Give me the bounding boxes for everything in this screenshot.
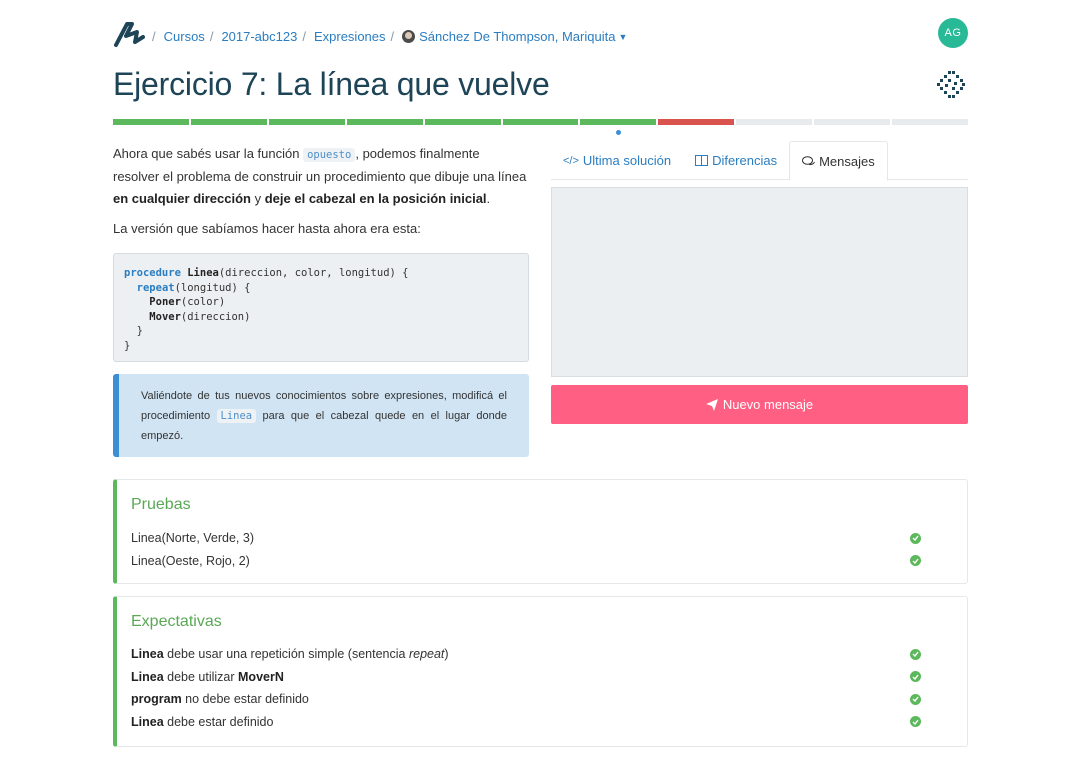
gobstones-icon: [937, 71, 965, 98]
expectation-label: Linea debe usar una repetición simple (s…: [131, 647, 449, 662]
progress-segment-passed[interactable]: [346, 119, 423, 125]
progress-segment-pending[interactable]: [814, 119, 891, 125]
messages-area[interactable]: [551, 187, 968, 377]
test-row: Linea(Oeste, Rojo, 2): [131, 550, 921, 573]
code-icon: </>: [563, 154, 579, 167]
expectations-title: Expectativas: [131, 613, 222, 630]
code-procedure-name: Linea: [187, 267, 219, 279]
check-circle-icon: [910, 716, 921, 728]
code-keyword: procedure: [124, 267, 181, 279]
tests-list: Linea(Norte, Verde, 3) Linea(Oeste, Rojo,…: [131, 527, 921, 572]
tab-ultima-solucion[interactable]: </> Ultima solución: [551, 141, 683, 180]
code-text: (direccion, color, longitud) {: [218, 267, 409, 279]
expectation-label: Linea debe estar definido: [131, 714, 274, 729]
progress-segment-pending[interactable]: [736, 119, 813, 125]
test-label: Linea(Oeste, Rojo, 2): [131, 553, 250, 568]
description-paragraph-2: La versión que sabíamos hacer hasta ahor…: [113, 221, 421, 236]
solution-tabs: </> Ultima solución Diferencias Mensajes: [551, 141, 968, 181]
user-avatar[interactable]: AG: [938, 18, 968, 48]
caret-down-icon: ▼: [618, 31, 628, 42]
code-text: (direccion): [180, 310, 251, 323]
tab-label: Mensajes: [819, 153, 875, 169]
test-row: Linea(Norte, Verde, 3): [131, 527, 921, 550]
breadcrumb-separator: /: [302, 29, 306, 44]
description-text: Ahora que sabés usar la función: [113, 146, 304, 161]
expectation-row: Linea debe utilizar MoverN: [131, 666, 921, 689]
breadcrumb-separator: /: [152, 29, 156, 44]
tab-label: Diferencias: [712, 153, 778, 168]
expectation-row: program no debe estar definido: [131, 688, 921, 711]
exercise-progress-bar: [113, 119, 968, 125]
inline-code-opuesto: opuesto: [303, 148, 356, 162]
breadcrumb-cursos[interactable]: Cursos: [164, 29, 205, 44]
progress-segment-passed[interactable]: [190, 119, 267, 125]
code-function: Poner: [149, 296, 181, 308]
code-block: procedure Linea(direccion, color, longit…: [113, 253, 529, 362]
progress-segment-failed[interactable]: [658, 119, 735, 125]
tab-label: Ultima solución: [582, 153, 672, 168]
new-message-button[interactable]: Nuevo mensaje: [551, 385, 968, 424]
code-text: }: [136, 325, 143, 337]
comments-icon: [802, 155, 816, 165]
tab-diferencias[interactable]: Diferencias: [683, 141, 789, 180]
current-exercise-indicator: [616, 130, 621, 135]
check-circle-icon: [910, 648, 921, 660]
code-text: (color): [180, 296, 226, 308]
progress-segment-passed[interactable]: [268, 119, 345, 125]
student-selector[interactable]: Sánchez De Thompson, Mariquita ▼: [402, 29, 627, 44]
description-text: .: [486, 191, 491, 206]
breadcrumb-separator: /: [390, 29, 395, 44]
expectations-panel: Expectativas Linea debe usar una repetic…: [113, 596, 968, 747]
expectations-list: Linea debe usar una repetición simple (s…: [131, 643, 921, 733]
progress-segment-passed[interactable]: [424, 119, 501, 125]
paper-plane-icon: [705, 398, 718, 411]
code-keyword: repeat: [136, 281, 175, 294]
exercise-description: Ahora que sabés usar la función opuesto,…: [113, 143, 529, 236]
mumuki-logo-icon[interactable]: [113, 18, 147, 48]
student-name: Sánchez De Thompson, Mariquita: [419, 29, 616, 44]
user-picture-icon: [402, 30, 416, 43]
expectation-label: Linea debe utilizar MoverN: [131, 669, 284, 684]
check-circle-icon: [910, 555, 921, 567]
expectation-row: Linea debe usar una repetición simple (s…: [131, 643, 921, 666]
top-bar: / Cursos / 2017-abc123 / Expresiones / S…: [113, 18, 968, 48]
expectation-label: program no debe estar definido: [131, 692, 309, 707]
check-circle-icon: [910, 693, 921, 705]
progress-segment-passed[interactable]: [502, 119, 579, 125]
code-text: (longitud) {: [174, 281, 251, 294]
inline-code-linea: Linea: [216, 409, 257, 423]
code-text: }: [124, 339, 131, 352]
tab-mensajes[interactable]: Mensajes: [789, 141, 888, 181]
description-bold: en cualquier dirección: [113, 191, 251, 206]
progress-segment-passed[interactable]: [580, 119, 657, 125]
tests-title: Pruebas: [131, 496, 191, 513]
check-circle-icon: [910, 532, 921, 544]
progress-segment-pending[interactable]: [892, 119, 968, 125]
expectation-row: Linea debe estar definido: [131, 711, 921, 734]
tests-panel: Pruebas Linea(Norte, Verde, 3) Linea(Oest…: [113, 479, 968, 584]
info-callout: Valiéndote de tus nuevos conocimientos s…: [113, 374, 529, 457]
description-paragraph: Ahora que sabés usar la función opuesto,…: [113, 143, 529, 210]
breadcrumb-course[interactable]: 2017-abc123: [221, 29, 297, 44]
page-title: Ejercicio 7: La línea que vuelve: [113, 66, 550, 102]
columns-icon: [695, 155, 709, 166]
description-bold: deje el cabezal en la posición inicial: [264, 191, 487, 206]
breadcrumb: / Cursos / 2017-abc123 / Expresiones / S…: [147, 29, 627, 44]
new-message-label: Nuevo mensaje: [722, 397, 814, 412]
breadcrumb-chapter[interactable]: Expresiones: [314, 29, 386, 44]
check-circle-icon: [910, 671, 921, 683]
description-text: y: [251, 191, 265, 206]
code-function: Mover: [149, 310, 181, 323]
breadcrumb-separator: /: [209, 29, 214, 44]
progress-segment-passed[interactable]: [113, 119, 189, 125]
test-label: Linea(Norte, Verde, 3): [131, 531, 254, 546]
